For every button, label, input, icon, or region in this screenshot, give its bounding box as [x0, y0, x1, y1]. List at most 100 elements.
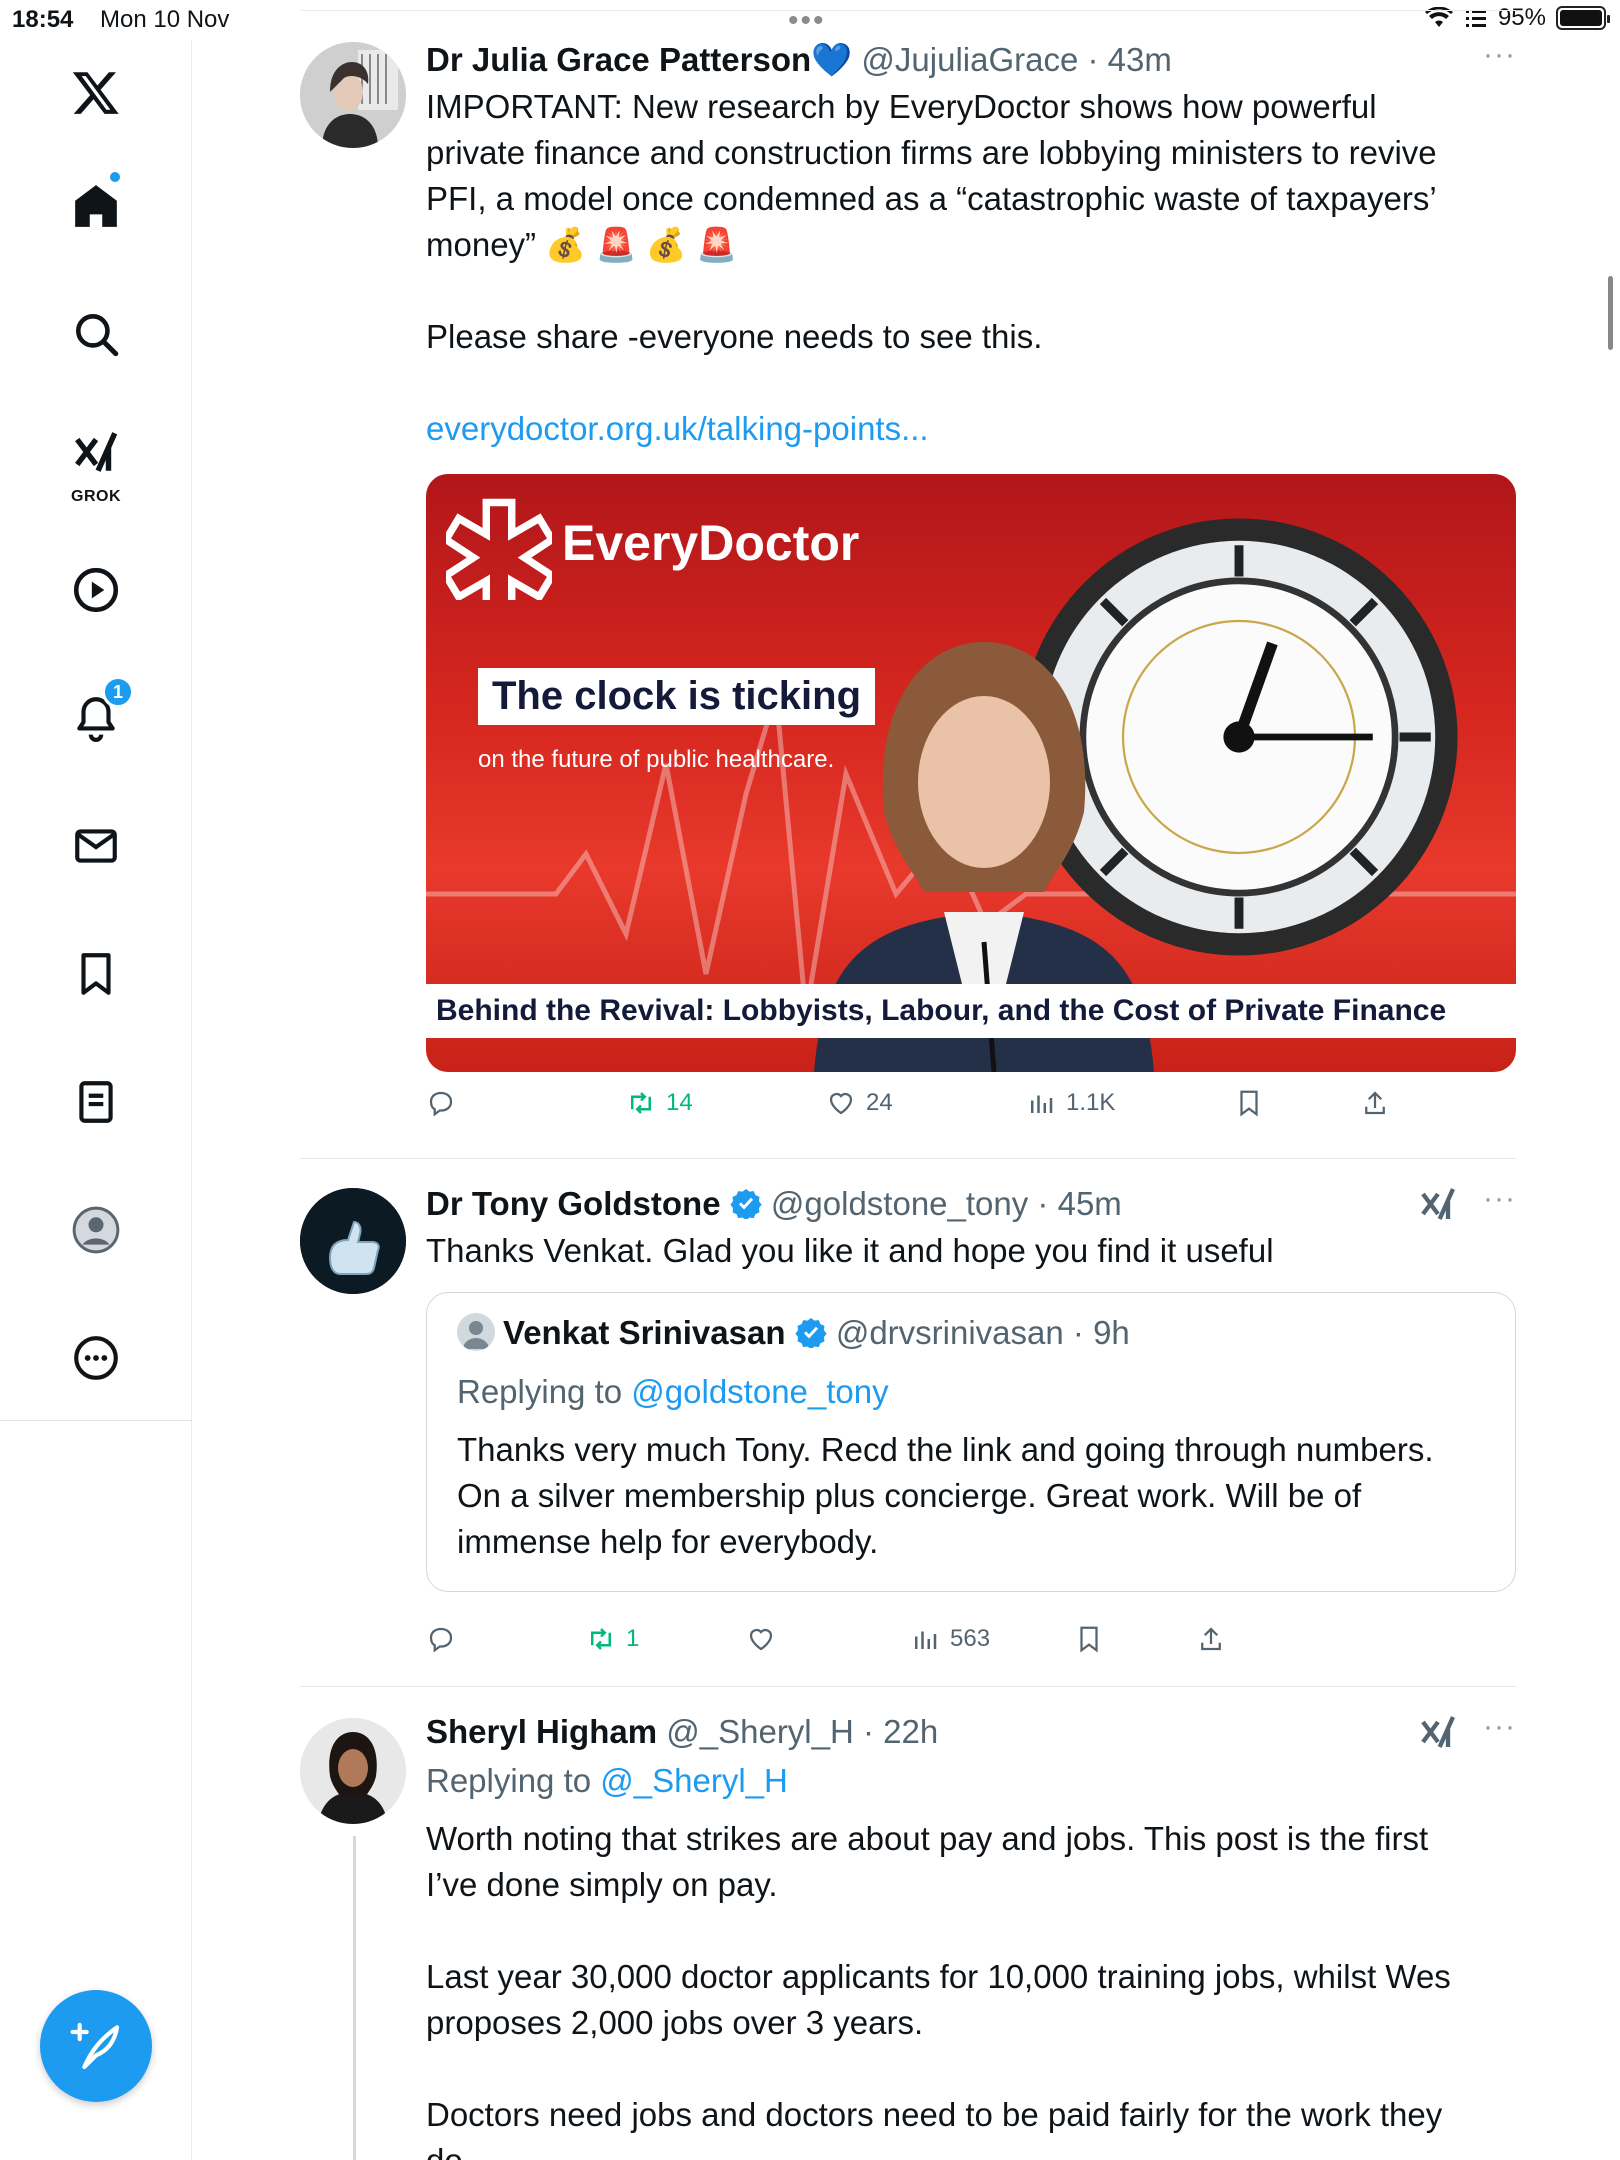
- more-options-button[interactable]: ···: [1483, 1182, 1516, 1216]
- tweet-divider: [300, 1686, 1516, 1687]
- retweet-count: 14: [666, 1089, 693, 1116]
- x-logo-icon[interactable]: [48, 44, 144, 140]
- reply-button[interactable]: [426, 1624, 456, 1654]
- tweet-actions: 14 24 1.1K: [426, 1088, 1516, 1128]
- quote-display-name[interactable]: Venkat Srinivasan: [503, 1314, 785, 1351]
- text-line: Please share -everyone needs to see this…: [426, 318, 1043, 355]
- sidebar-divider: [0, 1420, 192, 1421]
- display-name[interactable]: Dr Tony Goldstone: [426, 1185, 721, 1222]
- name-emoji: 💙: [811, 41, 853, 78]
- reply-icon: [429, 1091, 453, 1117]
- nav-profile[interactable]: [48, 1182, 144, 1278]
- thread-line: [353, 1836, 356, 2160]
- tweet-text: Worth noting that strikes are about pay …: [426, 1816, 1516, 2160]
- verified-icon: [730, 1189, 762, 1219]
- nav-more[interactable]: [48, 1310, 144, 1406]
- nav-messages[interactable]: [48, 798, 144, 894]
- nav-search[interactable]: [48, 286, 144, 382]
- grok-explain-icon[interactable]: [1418, 1712, 1458, 1752]
- grok-explain-icon[interactable]: [1418, 1184, 1458, 1224]
- tweet-actions: 1 563: [426, 1624, 1516, 1664]
- views-count: 1.1K: [1066, 1089, 1116, 1116]
- nav-grok[interactable]: GROK: [48, 414, 144, 510]
- bookmark-button[interactable]: [1074, 1624, 1104, 1654]
- text-line: On a silver membership plus concierge. G…: [457, 1477, 1362, 1514]
- views-button[interactable]: 563: [910, 1624, 990, 1654]
- handle[interactable]: @JujuliaGrace: [861, 41, 1078, 78]
- scroll-indicator[interactable]: [1608, 276, 1613, 350]
- quote-handle: @drvsrinivasan: [835, 1314, 1064, 1351]
- share-button[interactable]: [1360, 1088, 1390, 1118]
- avatar[interactable]: [300, 42, 406, 148]
- views-count: 563: [950, 1625, 991, 1652]
- timestamp[interactable]: 45m: [1058, 1185, 1122, 1222]
- nav-notifications[interactable]: 1: [48, 670, 144, 766]
- nav-lists[interactable]: [48, 1054, 144, 1150]
- quote-text: Thanks very much Tony. Recd the link and…: [457, 1427, 1485, 1565]
- video-icon: [73, 567, 119, 613]
- timestamp[interactable]: 22h: [883, 1713, 938, 1750]
- display-name[interactable]: Dr Julia Grace Patterson: [426, 41, 811, 78]
- nav-bookmarks[interactable]: [48, 926, 144, 1022]
- replying-to-link[interactable]: @goldstone_tony: [631, 1373, 888, 1410]
- quote-avatar[interactable]: [457, 1313, 495, 1351]
- share-button[interactable]: [1196, 1624, 1226, 1654]
- tweet-header: Sheryl Higham @_Sheryl_H · 22h: [426, 1713, 939, 1750]
- feed-top-divider: [300, 10, 1516, 11]
- replying-to-link[interactable]: @_Sheryl_H: [600, 1762, 788, 1799]
- handle[interactable]: @_Sheryl_H: [666, 1713, 854, 1750]
- share-icon: [1201, 1627, 1221, 1651]
- more-options-button[interactable]: ···: [1483, 1710, 1516, 1744]
- retweet-button[interactable]: 1: [586, 1624, 639, 1654]
- tweet-link[interactable]: everydoctor.org.uk/talking-points...: [426, 406, 1516, 452]
- text-line: private finance and construction firms a…: [426, 134, 1437, 171]
- tweet-text: Thanks Venkat. Glad you like it and hope…: [426, 1232, 1274, 1269]
- share-icon: [1365, 1091, 1385, 1115]
- text-line: Last year 30,000 doctor applicants for 1…: [426, 1958, 1451, 1995]
- views-button[interactable]: 1.1K: [1026, 1088, 1115, 1118]
- sidebar: GROK 1: [0, 40, 192, 2160]
- quoted-tweet[interactable]: Venkat Srinivasan @drvsrinivasan · 9h Re…: [426, 1292, 1516, 1592]
- tweet-text: IMPORTANT: New research by EveryDoctor s…: [426, 84, 1516, 452]
- avatar[interactable]: [300, 1188, 406, 1294]
- like-button[interactable]: [746, 1624, 776, 1654]
- nav-home[interactable]: [48, 158, 144, 254]
- timestamp[interactable]: 43m: [1108, 41, 1172, 78]
- notifications-badge: 1: [102, 676, 134, 708]
- text-line: PFI, a model once condemned as a “catast…: [426, 180, 1437, 217]
- media-caption: Behind the Revival: Lobbyists, Labour, a…: [426, 984, 1516, 1038]
- like-icon: [749, 1628, 773, 1651]
- bookmark-icon: [81, 953, 111, 995]
- handle[interactable]: @goldstone_tony: [771, 1185, 1028, 1222]
- nav-video[interactable]: [48, 542, 144, 638]
- reply-icon: [429, 1627, 453, 1653]
- status-date: Mon 10 Nov: [100, 6, 230, 33]
- avatar[interactable]: [300, 1718, 406, 1824]
- replying-prefix: Replying to: [426, 1762, 592, 1799]
- media-headline: The clock is ticking: [478, 668, 876, 725]
- retweet-count: 1: [626, 1625, 640, 1652]
- text-line: Thanks very much Tony. Recd the link and…: [457, 1431, 1434, 1468]
- text-line: I’ve done simply on pay.: [426, 1866, 778, 1903]
- text-line: immense help for everybody.: [457, 1523, 879, 1560]
- views-icon: [1031, 1095, 1053, 1113]
- text-line: proposes 2,000 jobs over 3 years.: [426, 2004, 924, 2041]
- text-line: Doctors need jobs and doctors need to be…: [426, 2096, 1443, 2133]
- like-button[interactable]: 24: [826, 1088, 893, 1118]
- tweet-media-image[interactable]: EveryDoctor The clock is ticking on the …: [426, 474, 1516, 1072]
- retweet-button[interactable]: 14: [626, 1088, 693, 1118]
- display-name[interactable]: Sheryl Higham: [426, 1713, 657, 1750]
- text-line: Worth noting that strikes are about pay …: [426, 1820, 1429, 1857]
- status-bar: 18:54 Mon 10 Nov ••• 95%: [0, 0, 1620, 40]
- more-options-button[interactable]: ···: [1483, 38, 1516, 72]
- bookmark-button[interactable]: [1234, 1088, 1264, 1118]
- status-time: 18:54: [12, 6, 74, 33]
- status-right: 95%: [1424, 4, 1610, 32]
- media-brand: EveryDoctor: [562, 515, 860, 571]
- home-icon: [75, 185, 117, 227]
- battery-icon: [1556, 6, 1610, 30]
- reply-button[interactable]: [426, 1088, 456, 1118]
- compose-button[interactable]: [40, 1990, 152, 2102]
- like-count: 24: [866, 1089, 893, 1116]
- search-icon: [76, 314, 119, 357]
